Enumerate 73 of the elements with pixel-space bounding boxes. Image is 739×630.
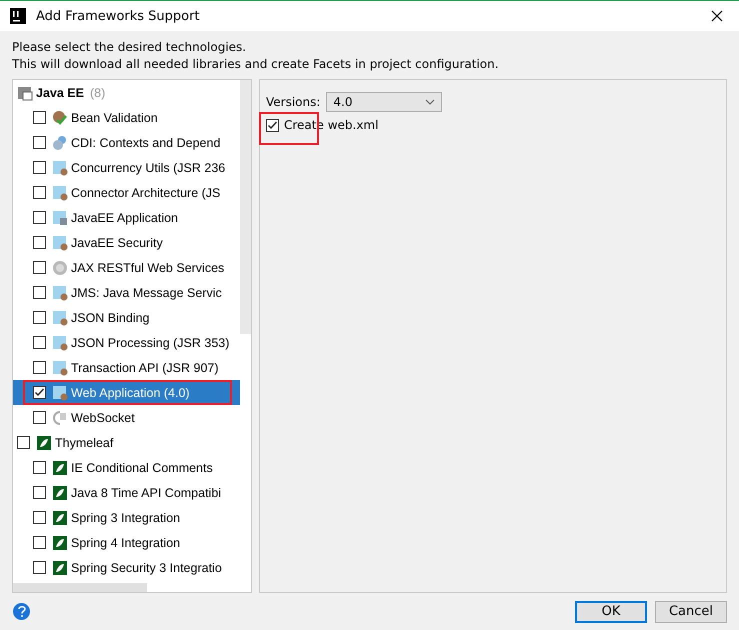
tree-item[interactable]: JavaEE Security: [13, 230, 240, 255]
checkbox[interactable]: [33, 261, 46, 274]
module-icon: [52, 384, 68, 400]
version-dropdown[interactable]: 4.0: [326, 92, 442, 112]
checkbox[interactable]: [33, 561, 46, 574]
tree-item[interactable]: Transaction API (JSR 907): [13, 355, 240, 380]
checkbox[interactable]: [33, 461, 46, 474]
leaf-icon: [52, 560, 68, 576]
checkbox[interactable]: [33, 286, 46, 299]
description-text: This will download all needed libraries and create Facets in project configuration.: [12, 56, 500, 73]
tree-item[interactable]: Connector Architecture (JS: [13, 180, 240, 205]
tree-item[interactable]: JMS: Java Message Servic: [13, 280, 240, 305]
tree-item[interactable]: Web Application (4.0): [13, 380, 240, 405]
scrollbar[interactable]: [13, 583, 147, 592]
tree-item[interactable]: Spring 4 Integration: [13, 530, 240, 555]
checkbox[interactable]: [17, 436, 30, 449]
checkbox[interactable]: [33, 311, 46, 324]
checkbox[interactable]: [33, 136, 46, 149]
leaf-icon: [52, 534, 68, 550]
checkbox[interactable]: [33, 111, 46, 124]
tree-item[interactable]: IE Conditional Comments: [13, 455, 240, 480]
bean-icon: [52, 110, 68, 126]
description-text: Please select the desired technologies.: [12, 39, 248, 56]
item-count: (8): [90, 86, 106, 100]
tree-item[interactable]: WebSocket: [13, 405, 240, 430]
tree-group-label[interactable]: Thymeleaf: [55, 436, 114, 450]
checkbox[interactable]: [33, 411, 46, 424]
tree-item[interactable]: JSON Binding: [13, 305, 240, 330]
module-icon: [52, 210, 68, 226]
globe-icon: [52, 260, 68, 276]
tree-item[interactable]: Spring Security 3 Integratio: [13, 555, 240, 580]
checkbox[interactable]: [33, 161, 46, 174]
help-icon[interactable]: [13, 603, 30, 620]
module-icon: [52, 360, 68, 376]
tree-item[interactable]: Concurrency Utils (JSR 236: [13, 155, 240, 180]
checkbox[interactable]: [33, 336, 46, 349]
leaf-icon: [52, 460, 68, 476]
tree-item[interactable]: JSON Processing (JSR 353): [13, 330, 240, 355]
socket-icon: [52, 410, 68, 426]
module-icon: [17, 84, 33, 100]
tree-item[interactable]: JAX RESTful Web Services: [13, 255, 240, 280]
module-icon: [52, 234, 68, 250]
app-logo-icon: [10, 8, 26, 24]
chevron-icon: [425, 99, 436, 105]
leaf-icon: [52, 484, 68, 500]
scrollbar[interactable]: [240, 80, 251, 334]
checkbox[interactable]: [33, 486, 46, 499]
dialog-button[interactable]: OK: [575, 600, 647, 622]
globe-icon: [52, 134, 68, 150]
leaf-icon: [52, 510, 68, 526]
checkbox[interactable]: [33, 386, 46, 399]
checkbox[interactable]: [266, 118, 279, 132]
checkbox[interactable]: [33, 536, 46, 549]
module-icon: [52, 160, 68, 176]
checkbox[interactable]: [33, 361, 46, 374]
tree-item[interactable]: JavaEE Application: [13, 205, 240, 230]
leaf-icon: [36, 434, 52, 450]
module-icon: [52, 284, 68, 300]
tree-item[interactable]: Spring 3 Integration: [13, 505, 240, 530]
tree-item[interactable]: Bean Validation: [13, 105, 240, 130]
module-icon: [52, 310, 68, 326]
module-icon: [52, 334, 68, 350]
versions-label: Versions:: [266, 95, 320, 109]
tree-item[interactable]: CDI: Contexts and Depend: [13, 130, 240, 155]
checkbox[interactable]: [33, 211, 46, 224]
tree-group-label[interactable]: Java EE: [36, 86, 84, 100]
tree-item[interactable]: Java 8 Time API Compatibi: [13, 480, 240, 505]
checkbox[interactable]: [33, 511, 46, 524]
dialog-button[interactable]: Cancel: [655, 600, 727, 622]
checkbox[interactable]: [33, 186, 46, 199]
module-icon: [52, 184, 68, 200]
checkbox[interactable]: [33, 236, 46, 249]
window-title: Add Frameworks Support: [36, 8, 201, 24]
